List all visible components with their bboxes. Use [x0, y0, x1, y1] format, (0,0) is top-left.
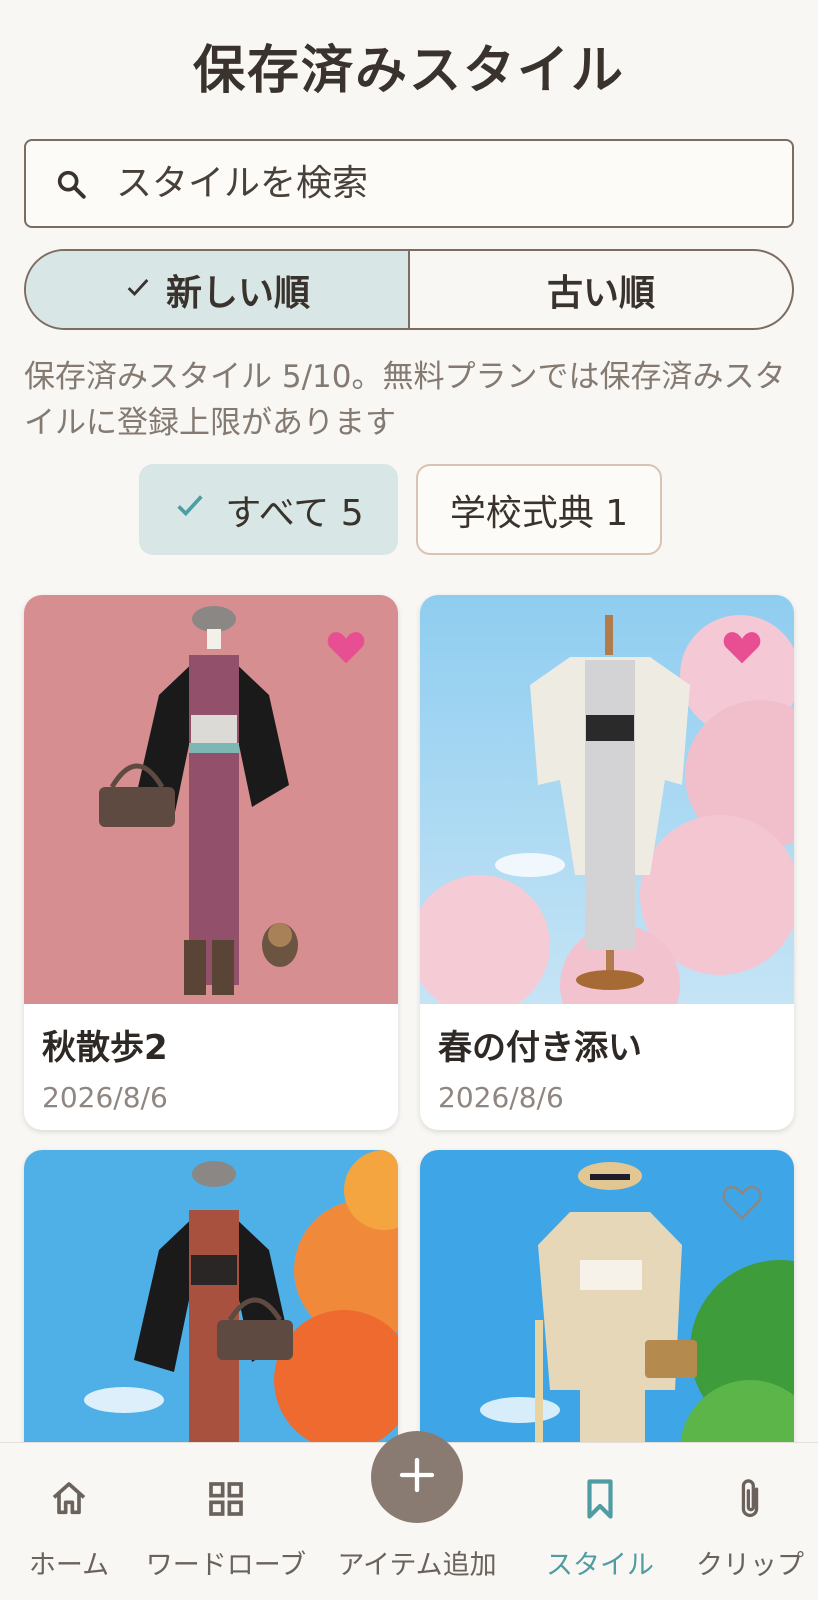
check-icon	[124, 269, 152, 310]
nav-clip[interactable]: クリップ	[690, 1443, 810, 1600]
plan-limit-notice: 保存済みスタイル 5/10。無料プランでは保存済みスタイルに登録上限があります	[24, 359, 786, 441]
nav-label: アイテム追加	[337, 1550, 497, 1581]
style-title: 春の付き添い	[438, 1028, 642, 1068]
nav-label: ワードローブ	[145, 1550, 307, 1581]
style-title: 秋散歩2	[42, 1028, 168, 1068]
sort-newest-label: 新しい順	[165, 272, 310, 314]
favorite-heart-outline-icon[interactable]	[722, 1184, 762, 1224]
nav-home[interactable]: ホーム	[14, 1443, 124, 1600]
favorite-heart-icon[interactable]	[326, 629, 366, 669]
grid-icon	[206, 1475, 246, 1523]
add-item-fab[interactable]	[371, 1431, 463, 1523]
style-thumbnail	[420, 595, 794, 1004]
plus-icon	[397, 1455, 437, 1499]
search-icon	[26, 167, 116, 201]
style-date: 2026/8/6	[438, 1081, 564, 1114]
filter-chip-all[interactable]: すべて 5	[139, 464, 398, 555]
filter-chip-label: すべて 5	[225, 492, 364, 534]
nav-label: スタイル	[546, 1550, 654, 1581]
nav-label: ホーム	[28, 1550, 110, 1581]
sort-oldest-label: 古い順	[546, 272, 655, 314]
sort-toggle: 新しい順 古い順	[24, 249, 794, 330]
nav-wardrobe[interactable]: ワードローブ	[140, 1443, 312, 1600]
home-icon	[48, 1475, 90, 1523]
style-date: 2026/8/6	[42, 1081, 168, 1114]
check-icon	[173, 488, 207, 531]
nav-styles[interactable]: スタイル	[540, 1443, 660, 1600]
sort-newest-button[interactable]: 新しい順	[26, 251, 410, 328]
favorite-heart-icon[interactable]	[722, 629, 762, 669]
page-title: 保存済みスタイル	[192, 41, 625, 101]
search-bar[interactable]	[24, 139, 794, 228]
style-thumbnail	[24, 595, 398, 1004]
style-card[interactable]: 春の付き添い 2026/8/6	[420, 595, 794, 1130]
sort-oldest-button[interactable]: 古い順	[410, 251, 792, 328]
style-card[interactable]: 秋散歩2 2026/8/6	[24, 595, 398, 1130]
search-input[interactable]	[116, 163, 756, 204]
nav-label: クリップ	[696, 1550, 804, 1581]
filter-chip-school-ceremony[interactable]: 学校式典 1	[416, 464, 662, 555]
bookmark-icon	[582, 1475, 618, 1523]
filter-chip-label: 学校式典 1	[449, 492, 629, 534]
paperclip-icon	[734, 1475, 766, 1523]
